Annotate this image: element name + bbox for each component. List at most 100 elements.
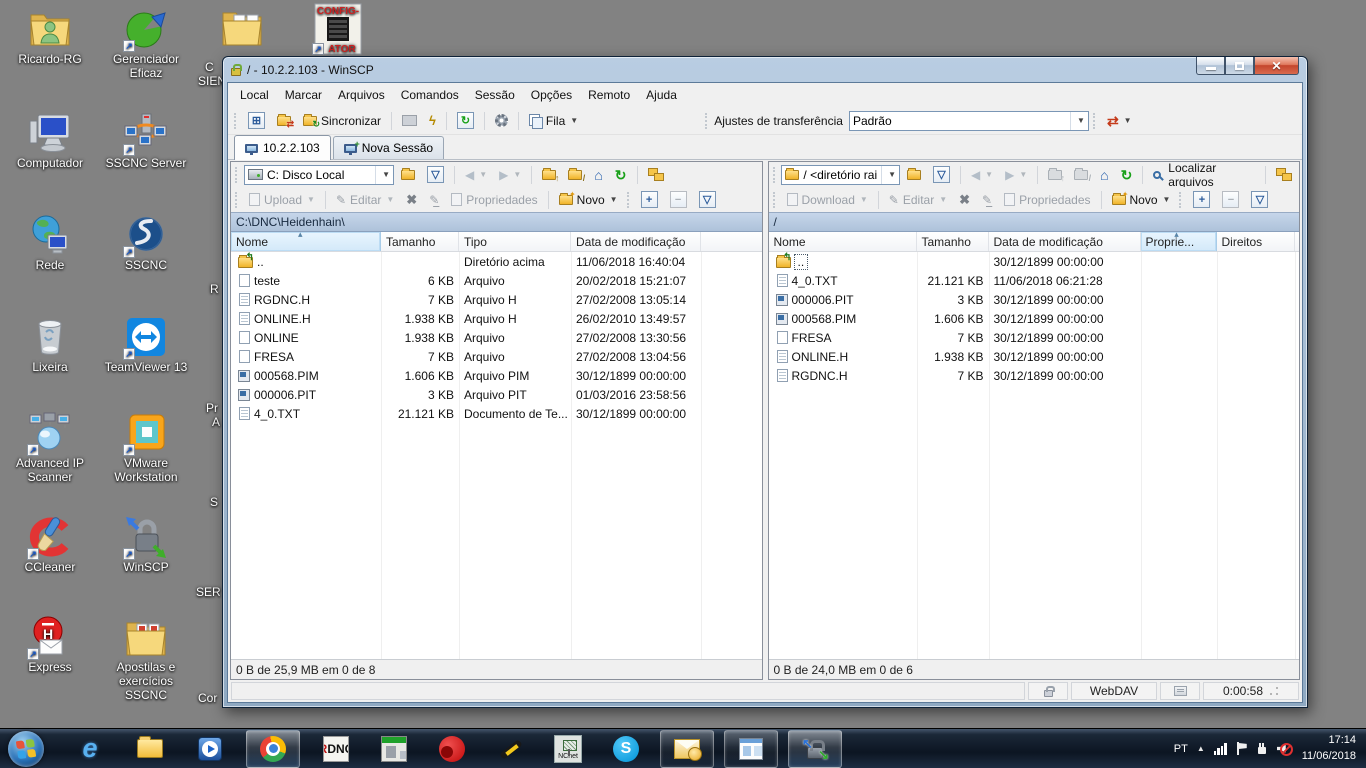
encryption-cell[interactable]: [1028, 682, 1068, 700]
file-row[interactable]: teste6 KBArquivo20/02/2018 15:21:07: [231, 271, 762, 290]
desktop-icon-gerenciador-eficaz[interactable]: ↗ Gerenciador Eficaz: [100, 8, 192, 81]
action-center-flag-icon[interactable]: [1236, 742, 1247, 755]
file-row[interactable]: FRESA7 KB30/12/1899 00:00:00: [769, 328, 1300, 347]
local-tree-button[interactable]: [643, 164, 669, 185]
column-header[interactable]: Proprie...: [1141, 232, 1217, 251]
remote-home-button[interactable]: ⌂: [1095, 164, 1113, 186]
title-bar[interactable]: / - 10.2.2.103 - WinSCP ✕: [227, 57, 1303, 82]
session-tab-active[interactable]: 10.2.2.103: [234, 135, 331, 160]
remote-edit-button[interactable]: ✎Editar▼: [884, 189, 952, 211]
protocol-cell[interactable]: WebDAV: [1071, 682, 1157, 700]
file-row[interactable]: 4_0.TXT21.121 KB11/06/2018 06:21:28: [769, 271, 1300, 290]
local-collapse-button[interactable]: −: [665, 187, 692, 212]
taskbar-red-app[interactable]: [430, 730, 474, 768]
column-header[interactable]: Data de modificação: [571, 232, 701, 251]
desktop-icon-ccleaner[interactable]: ↗ CCleaner: [4, 516, 96, 575]
column-header[interactable]: Nome: [231, 232, 381, 251]
local-home-button[interactable]: ⌂: [589, 164, 607, 186]
local-expand-button[interactable]: +: [636, 187, 663, 212]
remote-new-button[interactable]: Novo▼: [1107, 189, 1176, 211]
menu-opcoes[interactable]: Opções: [523, 85, 580, 105]
local-filter-button[interactable]: ▽: [422, 162, 449, 187]
desktop-icon-lixeira[interactable]: Lixeira: [4, 316, 96, 375]
local-rename-button[interactable]: ✎̲: [424, 190, 444, 210]
desktop-icon-computador[interactable]: Computador: [4, 112, 96, 171]
desktop-icon-vmware[interactable]: ↗ VMware Workstation: [100, 412, 192, 485]
remote-expand-button[interactable]: +: [1188, 187, 1215, 212]
taskbar-machine-tool[interactable]: [488, 730, 532, 768]
taskbar-media-player[interactable]: [188, 730, 232, 768]
preferences-button[interactable]: [490, 110, 513, 131]
remote-refresh-button[interactable]: ↻: [1116, 164, 1138, 186]
close-button[interactable]: ✕: [1254, 57, 1299, 75]
menu-marcar[interactable]: Marcar: [277, 85, 330, 105]
file-row[interactable]: 4_0.TXT21.121 KBDocumento de Te...30/12/…: [231, 404, 762, 423]
remote-delete-button[interactable]: ✖: [954, 189, 975, 210]
minimize-button[interactable]: [1196, 57, 1225, 75]
remote-tree-button[interactable]: [1271, 164, 1297, 185]
taskbar-ncnet[interactable]: NCnet: [546, 730, 590, 768]
local-edit-button[interactable]: ✎Editar▼: [331, 189, 399, 211]
refresh-button[interactable]: ↻: [452, 108, 479, 133]
menu-sessao[interactable]: Sessão: [467, 85, 523, 105]
column-header[interactable]: Tamanho: [381, 232, 459, 251]
remote-back-button[interactable]: ◀▼: [966, 165, 998, 185]
taskbar-clock[interactable]: 17:14 11/06/2018: [1302, 733, 1356, 764]
show-hidden-icons-chevron[interactable]: ▲: [1197, 744, 1205, 753]
language-indicator[interactable]: PT: [1174, 743, 1188, 755]
menu-arquivos[interactable]: Arquivos: [330, 85, 393, 105]
transfer-preset-select[interactable]: Padrão▼: [849, 111, 1089, 131]
file-row[interactable]: ONLINE.H1.938 KBArquivo H26/02/2010 13:4…: [231, 309, 762, 328]
file-row[interactable]: ..30/12/1899 00:00:00: [769, 252, 1300, 271]
remote-properties-button[interactable]: Propriedades: [999, 189, 1095, 211]
toggle-panels-button[interactable]: ⊞: [243, 108, 270, 133]
taskbar-window-app[interactable]: [724, 730, 778, 768]
column-header[interactable]: Direitos: [1217, 232, 1295, 251]
local-open-directory-button[interactable]: [396, 166, 420, 184]
maximize-button[interactable]: [1225, 57, 1254, 75]
open-console-button[interactable]: [397, 111, 422, 130]
local-back-button[interactable]: ◀▼: [460, 165, 492, 185]
local-forward-button[interactable]: ▶▼: [494, 165, 526, 185]
taskbar-skype[interactable]: S: [604, 730, 648, 768]
queue-button[interactable]: Fila▼: [524, 110, 583, 132]
desktop-icon-rede[interactable]: Rede: [4, 214, 96, 273]
file-row[interactable]: 000006.PIT3 KBArquivo PIT01/03/2016 23:5…: [231, 385, 762, 404]
upload-button[interactable]: Upload▼: [244, 189, 320, 211]
file-row[interactable]: 000568.PIM1.606 KBArquivo PIM30/12/1899 …: [231, 366, 762, 385]
local-drive-select[interactable]: C: Disco Local▼: [244, 165, 394, 185]
desktop-icon-ricardo-rg[interactable]: Ricardo-RG: [4, 8, 96, 67]
remote-directory-select[interactable]: / <diretório rai▼: [781, 165, 900, 185]
remote-parent-dir-button[interactable]: ↑: [1043, 166, 1067, 184]
file-row[interactable]: FRESA7 KBArquivo27/02/2008 13:04:56: [231, 347, 762, 366]
desktop-icon-configator[interactable]: CONFIG-ATOR ↗: [294, 3, 382, 55]
remote-forward-button[interactable]: ▶▼: [1000, 165, 1032, 185]
file-row[interactable]: 000568.PIM1.606 KB30/12/1899 00:00:00: [769, 309, 1300, 328]
start-button[interactable]: [8, 731, 44, 767]
taskbar-heidenhain[interactable]: [372, 730, 416, 768]
muted-speaker-icon[interactable]: [1277, 742, 1293, 756]
remote-path-bar[interactable]: /: [769, 212, 1300, 232]
column-header[interactable]: Tamanho: [917, 232, 989, 251]
desktop-icon-folder-partial[interactable]: [198, 6, 286, 50]
local-properties-button[interactable]: Propriedades: [446, 189, 542, 211]
desktop-icon-advanced-ip-scanner[interactable]: ↗ Advanced IP Scanner: [4, 412, 96, 485]
taskbar-chrome[interactable]: [246, 730, 300, 768]
menu-comandos[interactable]: Comandos: [393, 85, 467, 105]
transfer-options-button[interactable]: ⇄▼: [1102, 110, 1137, 132]
remote-filter2-button[interactable]: ▽: [1246, 187, 1273, 212]
taskbar-windows-explorer[interactable]: [128, 730, 172, 768]
taskbar-rgdnc[interactable]: RDNC: [314, 730, 358, 768]
commands-button[interactable]: ϟ: [424, 110, 441, 131]
remote-open-directory-button[interactable]: [902, 166, 926, 184]
file-row[interactable]: RGDNC.H7 KB30/12/1899 00:00:00: [769, 366, 1300, 385]
local-new-button[interactable]: Novo▼: [554, 189, 623, 211]
local-delete-button[interactable]: ✖: [401, 189, 422, 210]
new-session-tab[interactable]: Nova Sessão: [333, 136, 444, 159]
remote-root-dir-button[interactable]: /: [1069, 166, 1093, 184]
local-filter2-button[interactable]: ▽: [694, 187, 721, 212]
desktop-icon-sscnc-server[interactable]: ↗ SSCNC Server: [100, 112, 192, 171]
local-path-bar[interactable]: C:\DNC\Heidenhain\: [231, 212, 762, 232]
file-row[interactable]: 000006.PIT3 KB30/12/1899 00:00:00: [769, 290, 1300, 309]
taskbar-winscp[interactable]: ↖↘: [788, 730, 842, 768]
